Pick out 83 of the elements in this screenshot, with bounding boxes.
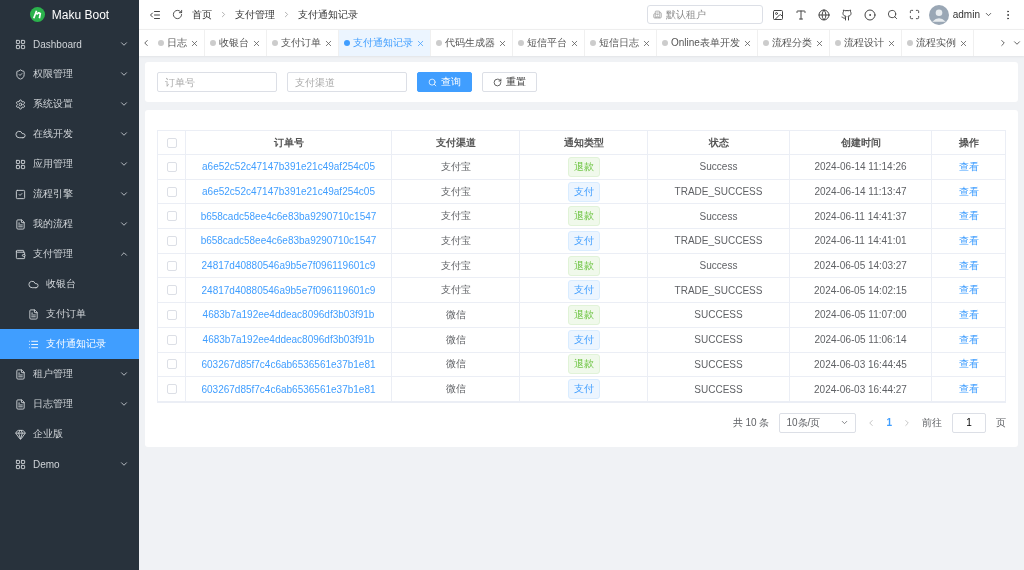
table-cell: 2024-06-05 14:02:15 <box>790 278 932 304</box>
tab[interactable]: 流程设计 <box>829 30 902 56</box>
tab[interactable]: 短信平台 <box>513 30 585 56</box>
table-cell: SUCCESS <box>648 327 790 353</box>
table-cell: TRADE_SUCCESS <box>648 278 790 304</box>
table-cell: 支付宝 <box>392 278 520 304</box>
column-header: 订单号 <box>186 131 392 155</box>
table-cell: 2024-06-05 14:03:27 <box>790 253 932 279</box>
table-cell: 微信 <box>392 327 520 353</box>
column-header: 通知类型 <box>520 131 648 155</box>
reset-button[interactable]: 重置 <box>482 72 537 92</box>
goto-label: 前往 <box>922 415 942 430</box>
type-tag: 退款 <box>567 255 600 276</box>
table-cell: TRADE_SUCCESS <box>648 179 790 205</box>
table-cell: 支付宝 <box>392 229 520 254</box>
sidebar-subitem[interactable]: 支付订单 <box>0 299 139 329</box>
user-menu[interactable]: admin <box>928 4 993 25</box>
tab[interactable]: 收银台 <box>205 30 267 56</box>
sidebar-item[interactable]: Demo <box>0 449 139 479</box>
sidebar-item[interactable]: 日志管理 <box>0 389 139 419</box>
type-tag: 退款 <box>567 206 600 227</box>
table-cell: 2024-06-03 16:44:27 <box>790 377 932 402</box>
page-size-select[interactable]: 10条/页 <box>779 412 857 433</box>
type-tag: 支付 <box>567 329 600 350</box>
table-cell: SUCCESS <box>648 377 790 402</box>
type-tag: 支付 <box>567 230 600 251</box>
page-suffix: 页 <box>996 415 1006 430</box>
tenant-select[interactable]: 默认租户 <box>646 5 763 24</box>
type-tag: 退款 <box>567 354 600 375</box>
page-input[interactable]: 1 <box>952 412 986 433</box>
breadcrumb-item[interactable]: 支付通知记录 <box>298 7 358 22</box>
table-cell: 支付宝 <box>392 155 520 180</box>
table-cell: 2024-06-14 11:13:47 <box>790 179 932 205</box>
sidebar-item[interactable]: 应用管理 <box>0 149 139 179</box>
table-cell: 支付宝 <box>392 179 520 205</box>
sidebar-item[interactable]: 流程引擎 <box>0 179 139 209</box>
table-cell: Success <box>648 155 790 180</box>
input-field[interactable]: 支付渠道 <box>287 72 407 92</box>
type-tag: 支付 <box>567 280 600 301</box>
type-tag: 支付 <box>567 379 600 400</box>
column-header: 操作 <box>932 131 1005 155</box>
tab[interactable]: 代码生成器 <box>431 30 513 56</box>
table-cell: 2024-06-05 11:07:00 <box>790 303 932 328</box>
table-cell: 微信 <box>392 352 520 378</box>
sidebar-subitem[interactable]: 收银台 <box>0 269 139 299</box>
type-tag: 支付 <box>567 181 600 202</box>
table-cell: SUCCESS <box>648 303 790 328</box>
type-tag: 退款 <box>567 304 600 325</box>
type-tag: 退款 <box>567 156 600 177</box>
tab[interactable]: 日志 <box>153 30 205 56</box>
table-cell: TRADE_SUCCESS <box>648 229 790 254</box>
tab[interactable]: Online表单开发 <box>657 30 758 56</box>
sidebar-item[interactable]: Dashboard <box>0 29 139 59</box>
table-cell: Success <box>648 253 790 279</box>
table-cell: 支付宝 <box>392 253 520 279</box>
table-cell: 微信 <box>392 303 520 328</box>
tab[interactable]: 流程分类 <box>757 30 830 56</box>
table-cell: 2024-06-11 14:41:37 <box>790 204 932 230</box>
table-cell: 2024-06-14 11:14:26 <box>790 155 932 180</box>
sidebar-item[interactable]: 在线开发 <box>0 119 139 149</box>
sidebar-item[interactable]: 权限管理 <box>0 59 139 89</box>
total-count: 共 10 条 <box>732 415 770 430</box>
sidebar-item[interactable]: 我的流程 <box>0 209 139 239</box>
table-cell: 2024-06-03 16:44:45 <box>790 352 932 378</box>
column-header: 支付渠道 <box>392 131 520 155</box>
sidebar-item[interactable]: 支付管理 <box>0 239 139 269</box>
table-cell: SUCCESS <box>648 352 790 378</box>
brand-name: Maku Boot <box>51 7 110 22</box>
column-header: 状态 <box>648 131 790 155</box>
sidebar-item[interactable]: 企业版 <box>0 419 139 449</box>
tab[interactable]: 短信日志 <box>585 30 657 56</box>
table-cell: 2024-06-05 11:06:14 <box>790 327 932 353</box>
table-cell: Success <box>648 204 790 230</box>
table-cell: 微信 <box>392 377 520 402</box>
table-cell: 支付宝 <box>392 204 520 230</box>
table-cell: 2024-06-11 14:41:01 <box>790 229 932 254</box>
input-field[interactable]: 订单号 <box>157 72 277 92</box>
column-header: 创建时间 <box>790 131 932 155</box>
sidebar-item[interactable]: 系统设置 <box>0 89 139 119</box>
breadcrumb-item[interactable]: 支付管理 <box>235 7 275 22</box>
breadcrumb-item[interactable]: 首页 <box>192 7 212 22</box>
tab[interactable]: 流程实例 <box>901 30 974 56</box>
sidebar-item[interactable]: 租户管理 <box>0 359 139 389</box>
